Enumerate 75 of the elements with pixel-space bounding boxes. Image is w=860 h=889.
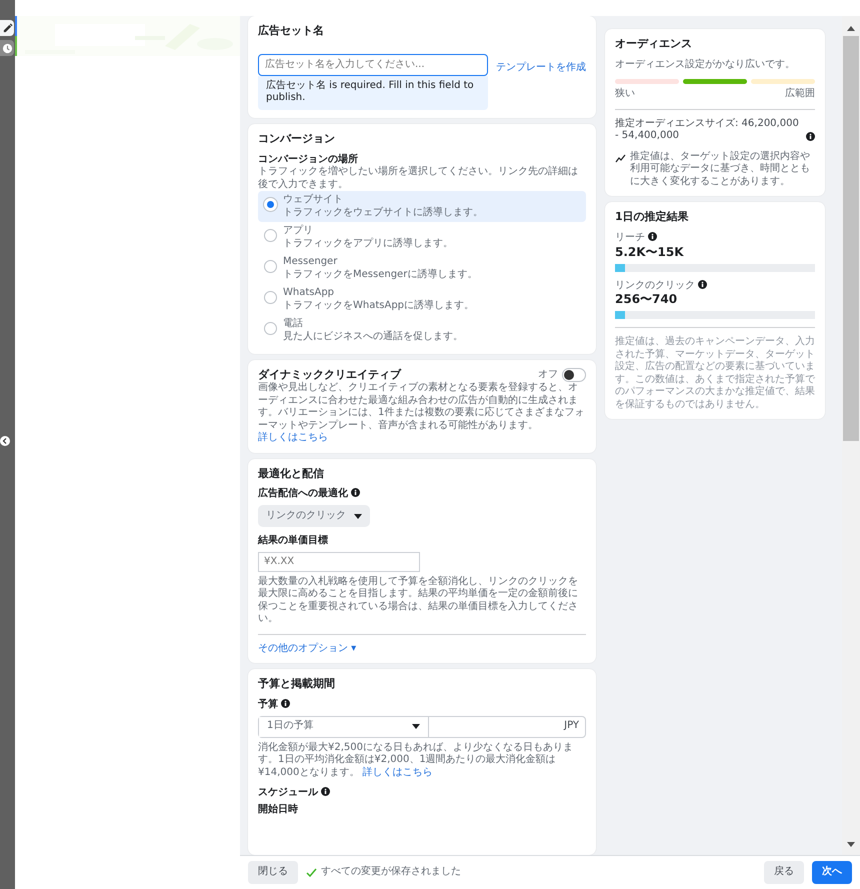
section-title: 最適化と配信 (258, 466, 325, 480)
radio-button[interactable] (264, 229, 277, 242)
radio-button[interactable] (264, 260, 277, 273)
field-label: 結果の単価目標 (258, 535, 329, 548)
option-label: Messenger (283, 256, 338, 268)
field-label: 広告配信への最適化 (258, 488, 348, 500)
scrollbar-thumb[interactable] (843, 36, 859, 441)
toggle-label: オフ (538, 368, 558, 382)
option-description: トラフィックをWhatsAppに誘導します。 (283, 300, 474, 312)
section-title: コンバージョン (258, 132, 336, 146)
help-text: 最大数量の入札戦略を使用して予算を全額消化し、リンクのクリックを最大限に高めることを目指します。結果の平均単価を一定の金額前後に保つことを重要視されている場合は、結果の単価目標を入力してください。 (258, 576, 579, 626)
option-row[interactable]: アプリ トラフィックをアプリに誘導します。 (258, 222, 586, 253)
scroll-down-icon[interactable] (846, 841, 856, 849)
audience-size-text: 推定オーディエンスサイズ: 46,200,000 - 54,400,000 (615, 118, 800, 143)
option-row[interactable]: Messenger トラフィックをMessengerに誘導します。 (258, 253, 586, 284)
meter-label: 広範囲 (785, 88, 815, 101)
radio-button[interactable] (264, 291, 277, 304)
learn-more-link[interactable]: 詳しくはこちら (258, 432, 328, 443)
section-title: 予算と掲載期間 (258, 677, 336, 691)
option-row[interactable]: ウェブサイト トラフィックをウェブサイトに誘導します。 (258, 191, 586, 222)
check-icon (306, 868, 317, 877)
save-status: すべての変更が保存されました (321, 866, 461, 879)
template-link[interactable]: テンプレートを作成 (496, 62, 586, 74)
field-label: コンバージョンの場所 (258, 154, 359, 166)
learn-more-link[interactable]: 詳しくはこちら (362, 766, 433, 778)
more-options-link[interactable]: その他のオプション ▾ (258, 642, 356, 654)
section-title: ダイナミッククリエイティブ (258, 368, 402, 382)
option-label: ウェブサイト (283, 194, 344, 206)
option-description: トラフィックをアプリに誘導します。 (283, 238, 453, 250)
section-title: 1日の推定結果 (615, 210, 690, 224)
option-description: 見た人にビジネスへの通話を促します。 (283, 330, 463, 343)
option-row[interactable]: 電話 見た人にビジネスへの通話を促します。 (258, 315, 586, 346)
metric-label: リーチ (615, 232, 645, 243)
info-icon[interactable] (806, 132, 815, 141)
back-button[interactable]: 戻る (764, 861, 804, 884)
option-label: アプリ (283, 225, 314, 238)
info-icon[interactable] (321, 787, 330, 796)
help-text: 消化金額が最大¥2,500になる日もあれば、より少なくなる日もあります。1日の平均消化金額は¥2,000、1週間あたりの最大消化金額は¥14,000となります。 詳しくはこちら (258, 742, 574, 779)
section-title: 広告セット名 (258, 24, 325, 38)
optimization-dropdown[interactable]: リンクのクリック (258, 504, 370, 528)
toggle-switch[interactable] (562, 368, 586, 382)
close-button[interactable]: 閉じる (248, 861, 298, 884)
option-row[interactable]: WhatsApp トラフィックをWhatsAppに誘導します。 (258, 284, 586, 315)
info-icon[interactable] (698, 280, 707, 288)
disclaimer-text: 推定値は、過去のキャンペーンデータ、入力された予算、マーケットデータ、ターゲット設定、広告の配置などの要素に基づいています。この数値は、あくまで指定された予算でのパフォーマンスの大まかな推定値で、結果を保証するものではありません。 (615, 336, 815, 411)
info-icon[interactable] (281, 699, 290, 708)
field-label: スケジュール (258, 787, 318, 798)
metric-value: 256〜740 (615, 292, 678, 307)
section-title: オーディエンス (615, 37, 693, 51)
error-message: 広告セット名 is required. Fill in this field to publish. (258, 76, 488, 110)
option-description: トラフィックをMessengerに誘導します。 (283, 268, 478, 281)
field-label: 開始日時 (258, 804, 299, 816)
info-icon[interactable] (351, 488, 360, 498)
radio-button[interactable] (264, 322, 277, 335)
next-button[interactable]: 次へ (812, 861, 852, 884)
metric-value: 5.2K〜15K (615, 244, 685, 260)
option-description: トラフィックをウェブサイトに誘導します。 (283, 206, 483, 219)
info-icon[interactable] (648, 232, 657, 241)
metric-label: リンクのクリック (615, 280, 695, 290)
trend-icon (615, 152, 626, 164)
description-text: 画像や見出しなど、クリエイティブの素材となる要素を登録すると、オーディエンスに合わせた最適な組み合わせの広告が自動的に生成されます。バリエーションには、1件または複数の要素に応じてさまざまなフォーマットやテンプレート、音声が含まれる可能性があります。 詳しくはこちら (258, 382, 586, 444)
cost-goal-field[interactable]: ¥X.XX (258, 552, 420, 572)
scroll-up-icon[interactable] (846, 24, 856, 32)
ad-set-name-field[interactable]: 広告セット名を入力してください... (258, 54, 488, 76)
option-label: 電話 (283, 318, 304, 330)
meter-label: 狭い (615, 88, 635, 101)
field-label: 予算 (258, 699, 278, 710)
caret-icon (354, 514, 362, 518)
note-text: 推定値は、ターゲット設定の選択内容や利用可能なデータに基づき、時間とともに大きく変化することがあります。 (630, 150, 811, 188)
collapse-icon[interactable] (0, 436, 10, 446)
option-label: WhatsApp (283, 287, 336, 300)
help-text: トラフィックを増やしたい場所を選択してください。リンク先の詳細は後で入力できます。 (258, 166, 579, 191)
summary-text: オーディエンス設定がかなり広いです。 (615, 58, 796, 72)
edit-tool-button[interactable] (0, 20, 14, 36)
history-tool-button[interactable] (0, 40, 14, 56)
